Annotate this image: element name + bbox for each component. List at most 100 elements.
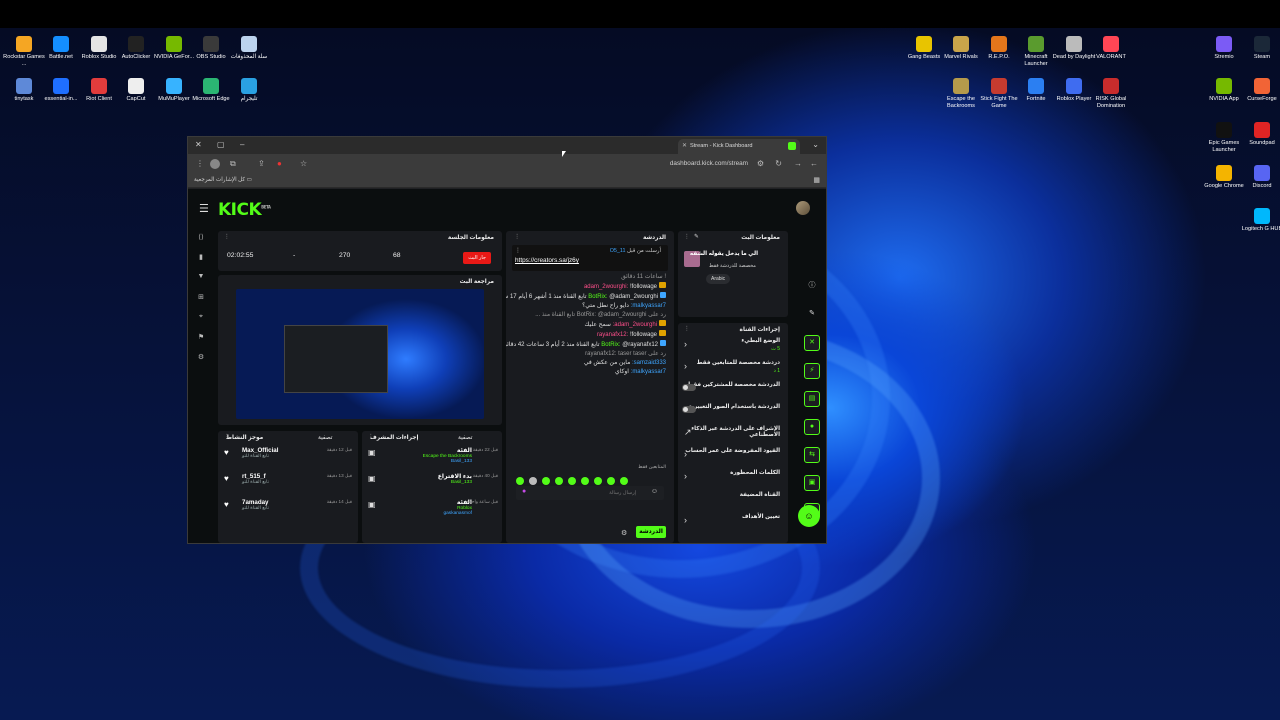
info-icon[interactable]: ⓘ — [804, 279, 820, 295]
channel-actions-menu-icon[interactable]: ⋮ — [684, 326, 690, 332]
chat-username[interactable]: malkyassar7: — [629, 303, 666, 309]
desktop-icon[interactable]: RISK Global Domination — [1089, 78, 1133, 109]
send-chat-button[interactable]: الدردشة — [636, 526, 666, 538]
back-icon[interactable]: ← — [810, 159, 818, 168]
lightning-icon[interactable]: ⚡ — [804, 363, 820, 379]
stream-preview-video[interactable] — [236, 289, 484, 419]
close-window-icon[interactable]: ✕ — [195, 140, 202, 149]
chat-username[interactable]: malkyassar7: — [629, 369, 666, 375]
tab-search-icon[interactable]: ⌄ — [812, 140, 819, 149]
kick-logo[interactable]: KICKBETA — [218, 200, 271, 220]
chat-message: رد على rayanafx12: taser taser — [506, 350, 674, 359]
panel-menu-icon[interactable]: ⋮ — [224, 234, 230, 240]
preview-nested-window — [284, 325, 388, 393]
pinned-message: O5_11 أرسلت من قبل https://creators.sa/j… — [512, 245, 668, 271]
channel-action-row[interactable]: تعيين الأهداف › — [678, 511, 788, 533]
activity-filter-button[interactable]: تصفية — [318, 435, 332, 441]
emoji-picker-icon[interactable]: ● — [522, 488, 526, 495]
desktop-icon[interactable]: Discord — [1240, 165, 1280, 190]
apps-grid-icon[interactable]: ▦ — [813, 176, 820, 184]
pinned-link[interactable]: https://creators.sa/jz6y — [515, 257, 665, 264]
minimize-icon[interactable]: – — [240, 140, 244, 149]
all-bookmarks-link[interactable]: كل الإشارات المرجعية ▭ — [194, 177, 252, 183]
menu-dots-icon[interactable]: ⋮ — [196, 159, 204, 168]
desktop-icon-label: NVIDIA App — [1209, 96, 1239, 102]
moderator-filter-button[interactable]: تصفية — [458, 435, 472, 441]
extensions-icon[interactable]: ⧉ — [230, 159, 236, 169]
user-avatar[interactable] — [796, 201, 810, 215]
chat-username[interactable]: adam_2wourghi: — [584, 284, 630, 290]
support-chat-icon[interactable]: ☺ — [798, 505, 820, 527]
app-icon — [1066, 36, 1082, 52]
pin-icon[interactable]: ⋮ — [515, 247, 521, 254]
trophy-icon[interactable]: ▼ — [195, 273, 207, 293]
stream-icon[interactable]: ⟨⟩ — [195, 233, 207, 253]
desktop-icon[interactable]: Logitech G HUB — [1240, 208, 1280, 233]
chat-username[interactable]: BotRix: — [588, 294, 609, 300]
site-settings-icon[interactable]: ⚙ — [757, 159, 764, 168]
channel-action-row[interactable]: الوضع البطيء 5 ث › — [678, 335, 788, 357]
desktop-icon[interactable]: CurseForge — [1240, 78, 1280, 103]
dashboard-icon[interactable]: ▮ — [195, 253, 207, 273]
chat-title: الدردشة — [642, 235, 666, 241]
smiley-icon[interactable]: ☺ — [651, 488, 658, 495]
chat-text: رد على BotRix: @adam_2wourghi تابع القنا… — [535, 312, 666, 318]
channel-action-row[interactable]: الدردشة مخصصة للمشتركين فقط — [678, 379, 788, 401]
desktop-icon[interactable]: سلة المحذوفات — [227, 36, 271, 61]
stream-info-menu-icon[interactable]: ⋮ — [684, 234, 690, 240]
chat-message: rayanafx12: !followage — [506, 330, 674, 340]
toggle-switch[interactable] — [682, 384, 696, 391]
bookmark-star-icon[interactable]: ☆ — [300, 159, 307, 168]
pencil-icon[interactable]: ✎ — [804, 307, 820, 323]
desktop-icon[interactable]: تليجرام — [227, 78, 271, 103]
chat-username[interactable]: samzaid333: — [630, 360, 666, 366]
channel-action-row[interactable]: القيود المفروضة على عمر الحساب › — [678, 445, 788, 467]
chat-username[interactable]: BotRix: — [601, 342, 622, 348]
channel-action-row[interactable]: الدردشة باستخدام الصور التعبيرية — [678, 401, 788, 423]
desktop-icon[interactable]: Soundpad — [1240, 122, 1280, 147]
channel-action-row[interactable]: القناة المضيفة — [678, 489, 788, 511]
maximize-icon[interactable]: ▢ — [217, 140, 225, 149]
hamburger-menu-icon[interactable]: ☰ — [199, 202, 209, 215]
flag-icon[interactable]: ⚑ — [195, 333, 207, 353]
chat-menu-icon[interactable]: ⋮ — [514, 234, 520, 240]
chat-input[interactable] — [536, 488, 636, 498]
desktop-icon-label: CurseForge — [1247, 96, 1277, 102]
chat-username[interactable]: adam_2wourghi: — [611, 322, 657, 328]
record-icon[interactable]: ● — [277, 159, 282, 168]
clip-icon[interactable]: ✕ — [804, 335, 820, 351]
chat-settings-icon[interactable]: ⚙ — [621, 529, 627, 537]
chat-username[interactable]: rayanafx12: — [597, 332, 630, 338]
forward-icon[interactable]: → — [794, 159, 802, 168]
chat-bubble-icon[interactable]: ● — [804, 419, 820, 435]
desktop-icon[interactable]: VALORANT — [1089, 36, 1133, 61]
reload-icon[interactable]: ↻ — [775, 159, 782, 168]
share-icon[interactable]: ⇪ — [258, 159, 265, 168]
channel-action-row[interactable]: دردشة مخصصة للمتابعين فقط 1 د › — [678, 357, 788, 379]
close-tab-icon[interactable]: ✕ — [682, 142, 687, 149]
tab-kick-dashboard[interactable]: ✕ Stream - Kick Dashboard — [678, 139, 800, 154]
users-icon[interactable]: ⊞ — [195, 293, 207, 313]
chat-input-box[interactable]: ● ☺ — [516, 486, 664, 500]
note-icon[interactable]: ▤ — [804, 391, 820, 407]
settings-icon[interactable]: ⚙ — [195, 353, 207, 373]
activity-item: ♥ 7amaday تابع القناة للتو قبل 14 دقيقة — [218, 495, 358, 521]
channel-action-row[interactable]: الكلمات المحظورة › — [678, 467, 788, 489]
shield-icon[interactable]: ⌖ — [195, 313, 207, 333]
edit-pencil-icon[interactable]: ✎ — [694, 234, 699, 240]
desktop-icon[interactable]: Steam — [1240, 36, 1280, 61]
emote-hint: المتابعين فقط — [638, 465, 666, 470]
poll-icon[interactable]: ▣ — [804, 475, 820, 491]
channel-action-row[interactable]: الإشراف على الدردشة عبر الذكاء الاصطناعي… — [678, 423, 788, 445]
desktop-icon-label: essential-in... — [44, 96, 78, 102]
profile-avatar[interactable] — [210, 159, 220, 169]
address-bar: ⋮ ⧉ ⇪ ● ☆ dashboard.kick.com/stream ⚙ ↻ … — [188, 154, 826, 174]
emote-bar[interactable] — [506, 472, 674, 485]
app-icon — [1254, 78, 1270, 94]
rewind-icon[interactable]: ⇆ — [804, 447, 820, 463]
app-icon — [128, 78, 144, 94]
toggle-switch[interactable] — [682, 406, 696, 413]
url-field[interactable]: dashboard.kick.com/stream — [670, 160, 748, 167]
desktop-icon-label: OBS Studio — [196, 54, 226, 60]
app-icon — [953, 36, 969, 52]
